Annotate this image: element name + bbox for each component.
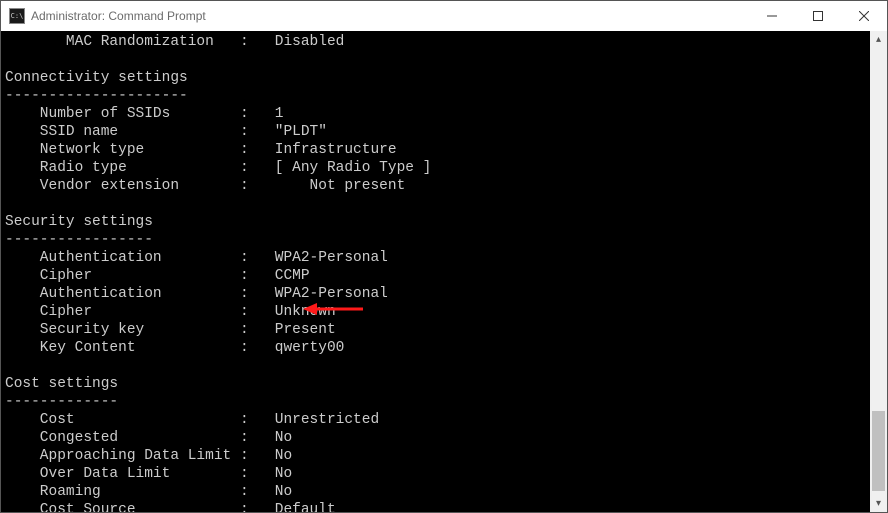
titlebar[interactable]: Administrator: Command Prompt (1, 1, 887, 31)
terminal-line: Vendor extension : Not present (5, 177, 870, 195)
scroll-down-arrow[interactable]: ▾ (870, 495, 887, 512)
terminal-line: MAC Randomization : Disabled (5, 33, 870, 51)
terminal-line: Cost Source : Default (5, 501, 870, 512)
terminal-line: --------------------- (5, 87, 870, 105)
title-left: Administrator: Command Prompt (1, 8, 206, 24)
terminal-line: Cipher : Unknown (5, 303, 870, 321)
window-controls (749, 1, 887, 31)
vertical-scrollbar[interactable]: ▴ ▾ (870, 31, 887, 512)
terminal-line: Approaching Data Limit : No (5, 447, 870, 465)
terminal-line (5, 51, 870, 69)
terminal-line: Authentication : WPA2-Personal (5, 249, 870, 267)
command-prompt-window: Administrator: Command Prompt MAC Random… (0, 0, 888, 513)
terminal-line: Roaming : No (5, 483, 870, 501)
terminal-line (5, 195, 870, 213)
terminal-line: Radio type : [ Any Radio Type ] (5, 159, 870, 177)
terminal-line: Cipher : CCMP (5, 267, 870, 285)
terminal-line: Network type : Infrastructure (5, 141, 870, 159)
terminal-line: Connectivity settings (5, 69, 870, 87)
scroll-up-arrow[interactable]: ▴ (870, 31, 887, 48)
terminal-line: Over Data Limit : No (5, 465, 870, 483)
cmd-icon (9, 8, 25, 24)
client-area: MAC Randomization : Disabled Connectivit… (1, 31, 887, 512)
maximize-button[interactable] (795, 1, 841, 31)
terminal-line: SSID name : "PLDT" (5, 123, 870, 141)
scroll-thumb[interactable] (872, 411, 885, 491)
terminal-line: Congested : No (5, 429, 870, 447)
terminal-line: Authentication : WPA2-Personal (5, 285, 870, 303)
terminal-line: Number of SSIDs : 1 (5, 105, 870, 123)
terminal-line: Key Content : qwerty00 (5, 339, 870, 357)
terminal-line: Security key : Present (5, 321, 870, 339)
terminal-line: Security settings (5, 213, 870, 231)
minimize-button[interactable] (749, 1, 795, 31)
window-title: Administrator: Command Prompt (31, 9, 206, 23)
terminal-line: Cost settings (5, 375, 870, 393)
terminal-output[interactable]: MAC Randomization : Disabled Connectivit… (1, 31, 870, 512)
close-button[interactable] (841, 1, 887, 31)
terminal-line: ------------- (5, 393, 870, 411)
terminal-line (5, 357, 870, 375)
terminal-line: ----------------- (5, 231, 870, 249)
terminal-line: Cost : Unrestricted (5, 411, 870, 429)
